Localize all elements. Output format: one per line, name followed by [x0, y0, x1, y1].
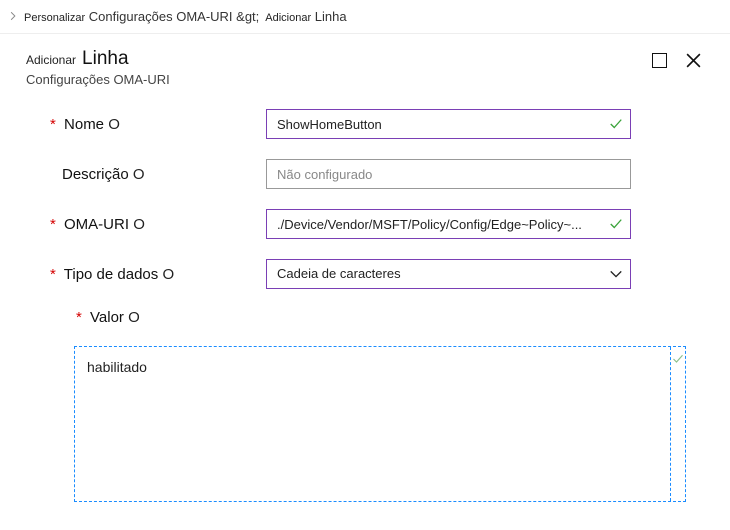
row-valor-label: * Valor O [26, 309, 704, 326]
breadcrumb-item-prefix: Adicionar [265, 12, 311, 24]
required-icon: * [50, 116, 56, 133]
required-icon: * [50, 216, 56, 233]
tipo-select-value: Cadeia de caracteres [266, 259, 631, 289]
label-descricao: Descrição O [26, 166, 266, 183]
label-tipo: * Tipo de dados O [26, 266, 266, 283]
info-icon[interactable]: O [133, 216, 145, 233]
info-icon[interactable]: O [108, 116, 120, 133]
info-icon[interactable]: O [128, 309, 140, 326]
breadcrumb-item-text: Linha [315, 9, 347, 24]
row-nome: * Nome O [26, 109, 704, 139]
required-icon: * [50, 266, 56, 283]
chevron-right-icon [8, 10, 18, 24]
breadcrumb-item-customize[interactable]: Personalizar Configurações OMA-URI &gt; [24, 9, 259, 24]
form: * Nome O Descrição O [26, 109, 704, 502]
row-valor-input [74, 346, 704, 502]
label-text: OMA-URI [64, 216, 129, 233]
panel-title-block: Adicionar Linha Configurações OMA-URI [26, 48, 170, 87]
label-valor: * Valor O [26, 309, 266, 326]
nome-input[interactable] [266, 109, 631, 139]
check-icon [609, 117, 623, 131]
close-icon[interactable] [685, 52, 702, 69]
panel-header: Adicionar Linha Configurações OMA-URI [26, 48, 704, 87]
breadcrumb-item-prefix: Personalizar [24, 12, 85, 24]
row-descricao: Descrição O [26, 159, 704, 189]
row-omauri: * OMA-URI O [26, 209, 704, 239]
omauri-input[interactable] [266, 209, 631, 239]
row-tipo: * Tipo de dados O Cadeia de caracteres [26, 259, 704, 289]
breadcrumb-item-add-row[interactable]: Adicionar Linha [265, 9, 346, 24]
maximize-icon[interactable] [652, 53, 667, 68]
info-icon[interactable]: O [162, 266, 174, 283]
label-text: Tipo de dados [64, 266, 159, 283]
label-text: Descrição [62, 166, 129, 183]
chevron-down-icon [609, 267, 623, 281]
header-icons [652, 52, 702, 69]
panel-title-prefix: Adicionar [26, 53, 76, 67]
panel: Adicionar Linha Configurações OMA-URI * … [0, 34, 730, 520]
check-icon [672, 353, 684, 365]
label-text: Nome [64, 116, 104, 133]
breadcrumb: Personalizar Configurações OMA-URI &gt; … [0, 0, 730, 34]
label-text: Valor [90, 309, 124, 326]
required-icon: * [76, 309, 82, 326]
valor-textarea[interactable] [75, 347, 669, 501]
breadcrumb-item-text: Configurações OMA-URI &gt; [89, 9, 260, 24]
panel-subtitle: Configurações OMA-URI [26, 72, 170, 87]
tipo-select[interactable]: Cadeia de caracteres [266, 259, 631, 289]
panel-title: Linha [82, 48, 129, 70]
descricao-input[interactable] [266, 159, 631, 189]
label-omauri: * OMA-URI O [26, 216, 266, 233]
info-icon[interactable]: O [133, 166, 145, 183]
label-nome: * Nome O [26, 116, 266, 133]
check-icon [609, 217, 623, 231]
textarea-side-rail [670, 347, 685, 501]
